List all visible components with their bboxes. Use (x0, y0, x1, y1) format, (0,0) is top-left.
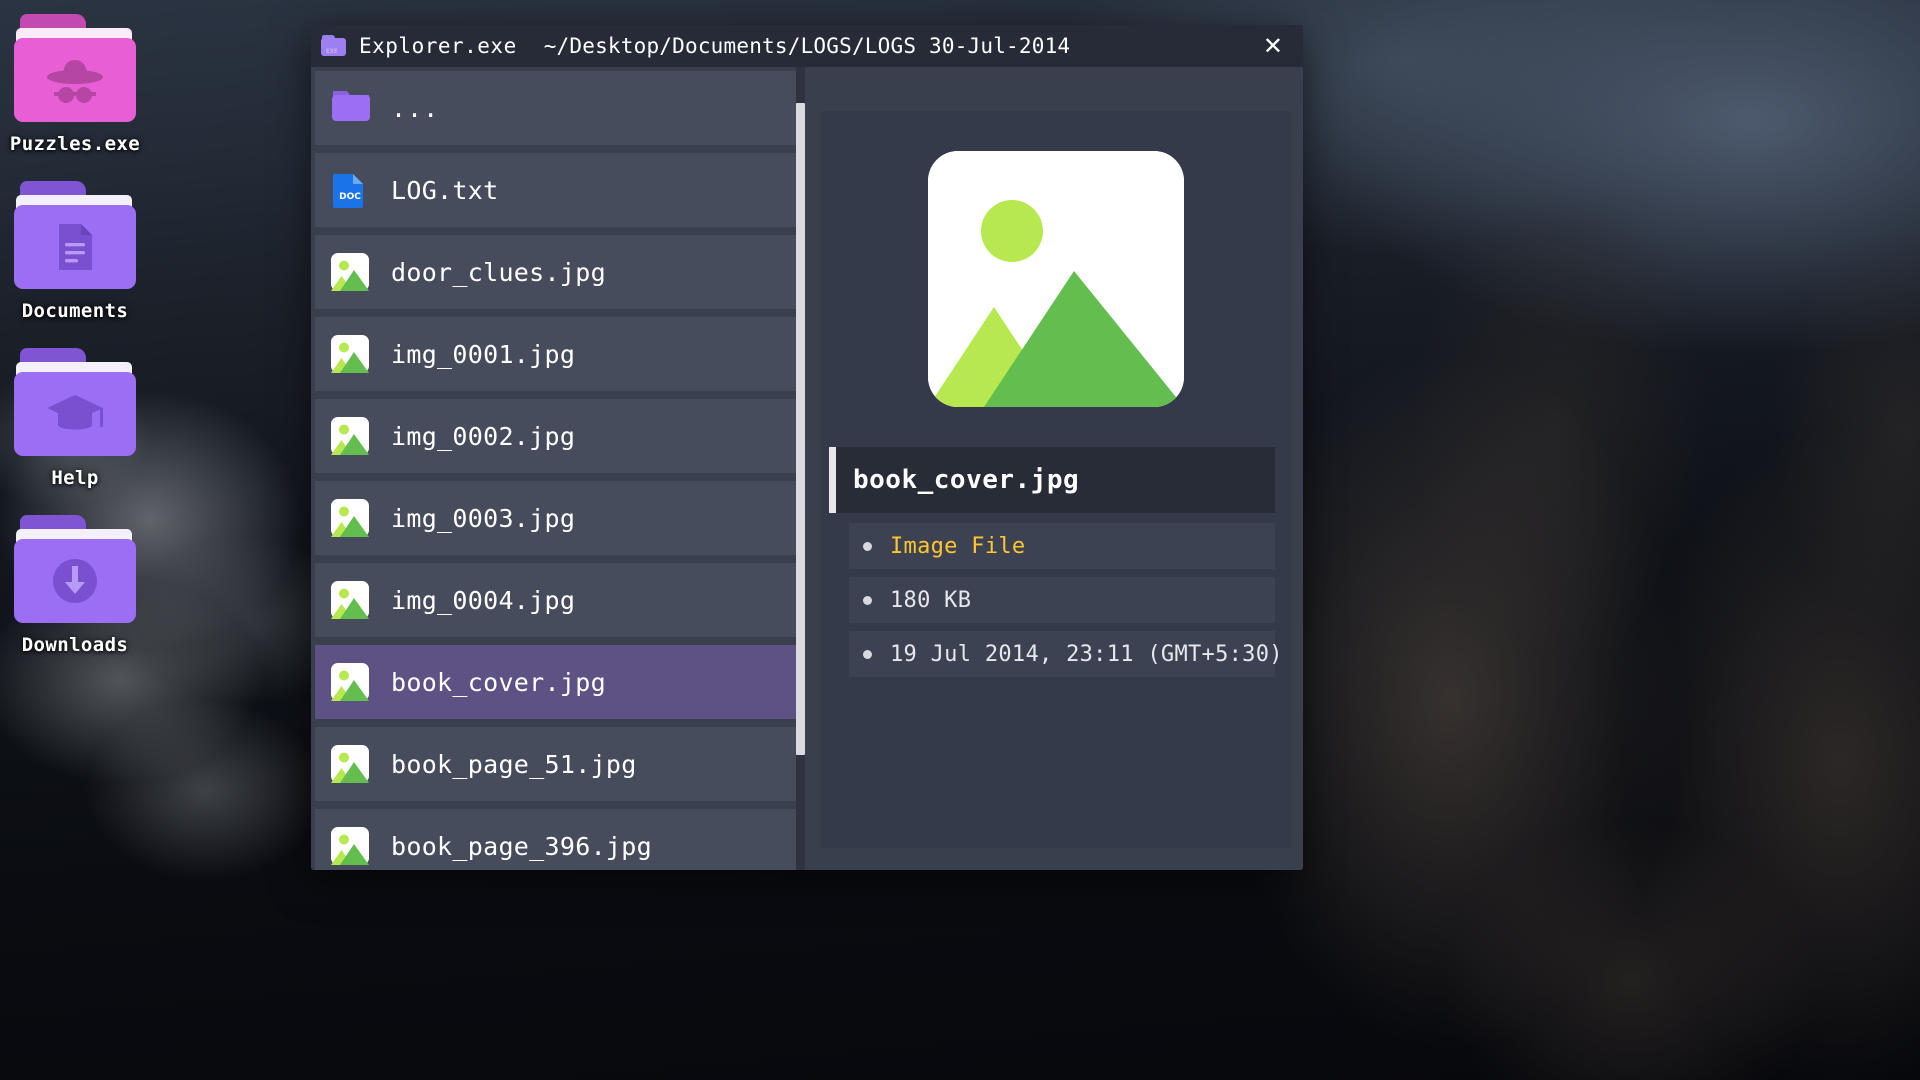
file-list-item[interactable]: img_0002.jpg (315, 399, 805, 473)
desktop-icon-label: Downloads (0, 634, 150, 656)
file-list-scrollbar[interactable] (796, 67, 805, 870)
folder-graduation-icon (14, 348, 136, 460)
file-list-item-label: img_0003.jpg (391, 504, 575, 533)
file-detail-filename: book_cover.jpg (833, 465, 1079, 495)
image-file-icon (331, 499, 369, 537)
file-list-pane: ... DOC LOG.txt door_clues.jpg img_0001.jpgi… (311, 67, 805, 870)
window-app-title: Explorer.exe (359, 34, 517, 58)
bullet-icon (863, 596, 872, 605)
desktop-icon-column: Puzzles.exe Documents (0, 14, 150, 682)
folder-exe-icon: EXE (321, 35, 347, 57)
desktop-icon-label: Puzzles.exe (0, 133, 150, 155)
bullet-icon (863, 542, 872, 551)
file-metadata-row: 180 KB (849, 577, 1275, 623)
file-list-item[interactable]: ... (315, 71, 805, 145)
file-list-item[interactable]: book_cover.jpg (315, 645, 805, 719)
desktop-icon-documents[interactable]: Documents (0, 181, 150, 322)
file-list-item-label: img_0001.jpg (391, 340, 575, 369)
file-list-item-label: img_0002.jpg (391, 422, 575, 451)
file-list-item-label: door_clues.jpg (391, 258, 606, 287)
desktop-icon-label: Documents (0, 300, 150, 322)
folder-icon (331, 89, 369, 127)
file-list-item-label: LOG.txt (391, 176, 498, 205)
file-list-item-label: book_cover.jpg (391, 668, 606, 697)
close-icon[interactable]: ✕ (1257, 30, 1289, 62)
image-file-icon (331, 417, 369, 455)
desktop-icon-downloads[interactable]: Downloads (0, 515, 150, 656)
image-file-icon (331, 745, 369, 783)
folder-detective-icon (14, 14, 136, 126)
file-detail-accent-bar (829, 447, 836, 513)
file-list-item-label: ... (391, 94, 439, 123)
file-metadata-value: 19 Jul 2014, 23:11 (GMT+5:30) (890, 642, 1283, 667)
doc-file-icon: DOC (331, 171, 369, 209)
file-list-item-label: book_page_396.jpg (391, 832, 652, 861)
file-list-scrollbar-thumb[interactable] (796, 103, 805, 755)
window-body: ... DOC LOG.txt door_clues.jpg img_0001.jpgi… (311, 67, 1303, 870)
file-preview-area (821, 111, 1291, 447)
file-list-item[interactable]: img_0001.jpg (315, 317, 805, 391)
desktop-icon-puzzles[interactable]: Puzzles.exe (0, 14, 150, 155)
file-metadata-row: 19 Jul 2014, 23:11 (GMT+5:30) (849, 631, 1275, 677)
file-list-item[interactable]: door_clues.jpg (315, 235, 805, 309)
image-file-icon (331, 335, 369, 373)
file-detail-pane: book_cover.jpg Image File 180 KB 19 Jul 20… (821, 111, 1291, 848)
desktop-icon-label: Help (0, 467, 150, 489)
file-list-item-label: img_0004.jpg (391, 586, 575, 615)
file-metadata-list: Image File 180 KB 19 Jul 2014, 23:11 (GMT+… (849, 523, 1275, 685)
file-metadata-value: 180 KB (890, 588, 971, 613)
desktop: Puzzles.exe Documents (0, 0, 1920, 1080)
file-list-item[interactable]: book_page_396.jpg (315, 809, 805, 870)
file-list-item-label: book_page_51.jpg (391, 750, 637, 779)
image-file-icon (331, 663, 369, 701)
window-path-breadcrumb: ~/Desktop/Documents/LOGS/LOGS 30-Jul-201… (544, 34, 1071, 58)
window-title-bar[interactable]: EXE Explorer.exe ~/Desktop/Documents/LOG… (311, 25, 1303, 67)
folder-document-icon (14, 181, 136, 293)
folder-exe-icon-label: EXE (326, 48, 338, 55)
file-list-item[interactable]: DOC LOG.txt (315, 153, 805, 227)
file-list-item[interactable]: book_page_51.jpg (315, 727, 805, 801)
file-detail-title-bar: book_cover.jpg (833, 447, 1275, 513)
file-list-item[interactable]: img_0004.jpg (315, 563, 805, 637)
file-list[interactable]: ... DOC LOG.txt door_clues.jpg img_0001.jpgi… (311, 67, 805, 870)
bullet-icon (863, 650, 872, 659)
image-placeholder-icon (928, 151, 1184, 407)
image-file-icon (331, 827, 369, 865)
image-file-icon (331, 253, 369, 291)
desktop-icon-help[interactable]: Help (0, 348, 150, 489)
folder-download-icon (14, 515, 136, 627)
image-file-icon (331, 581, 369, 619)
svg-text:DOC: DOC (339, 192, 361, 202)
file-metadata-row: Image File (849, 523, 1275, 569)
file-list-item[interactable]: img_0003.jpg (315, 481, 805, 555)
file-metadata-value: Image File (890, 534, 1025, 559)
explorer-window: EXE Explorer.exe ~/Desktop/Documents/LOG… (311, 25, 1303, 870)
